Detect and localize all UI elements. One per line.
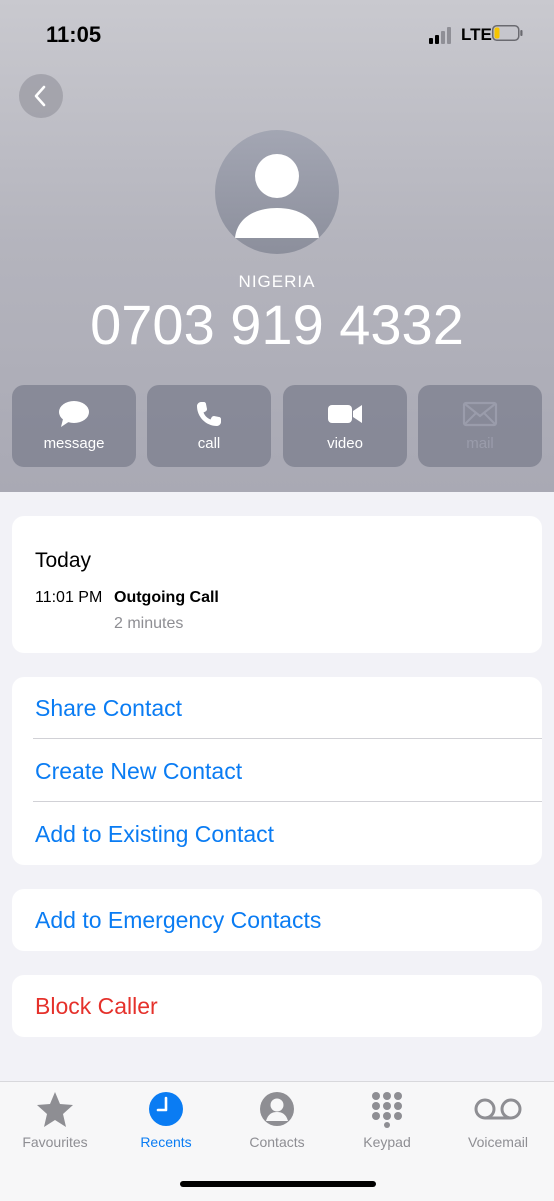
tab-favourites[interactable]: Favourites <box>0 1090 110 1160</box>
keypad-icon <box>332 1090 442 1130</box>
share-contact-label: Share Contact <box>35 695 183 721</box>
share-contact-button[interactable]: Share Contact <box>12 677 542 739</box>
contact-header: 11:05 LTE NIGERIA 0703 919 4332 message … <box>0 0 554 492</box>
block-caller-label: Block Caller <box>35 993 158 1019</box>
message-button[interactable]: message <box>12 385 136 467</box>
star-icon <box>0 1090 110 1130</box>
person-circle-icon <box>222 1090 332 1130</box>
battery-icon <box>492 25 523 41</box>
tab-contacts[interactable]: Contacts <box>222 1090 332 1160</box>
add-to-emergency-contacts-label: Add to Emergency Contacts <box>35 907 322 933</box>
tab-voicemail-label: Voicemail <box>468 1134 528 1150</box>
tab-recents[interactable]: Recents <box>111 1090 221 1160</box>
video-label: video <box>327 435 363 452</box>
mail-icon <box>418 399 542 429</box>
network-type: LTE <box>461 25 492 44</box>
signal-bar <box>447 27 451 44</box>
add-to-emergency-contacts-button[interactable]: Add to Emergency Contacts <box>12 889 542 951</box>
create-new-contact-label: Create New Contact <box>35 758 243 784</box>
tab-contacts-label: Contacts <box>249 1134 305 1150</box>
call-duration: 2 minutes <box>114 615 184 632</box>
signal-bar <box>429 38 433 44</box>
chevron-left-icon <box>34 85 46 107</box>
status-time: 11:05 <box>46 22 102 47</box>
divider <box>33 738 542 739</box>
call-button[interactable]: call <box>147 385 271 467</box>
add-to-existing-contact-label: Add to Existing Contact <box>35 821 275 847</box>
tab-voicemail[interactable]: Voicemail <box>443 1090 553 1160</box>
home-indicator <box>180 1181 376 1187</box>
call-type: Outgoing Call <box>114 589 219 606</box>
divider <box>33 801 542 802</box>
voicemail-icon <box>443 1090 553 1130</box>
add-to-existing-contact-button[interactable]: Add to Existing Contact <box>12 803 542 865</box>
person-silhouette-icon <box>235 154 319 238</box>
block-card: Block Caller <box>12 975 542 1037</box>
block-caller-button[interactable]: Block Caller <box>12 975 542 1037</box>
clock-icon <box>111 1090 221 1130</box>
mail-label: mail <box>466 435 494 452</box>
recent-calls-card: Today 11:01 PM Outgoing Call 2 minutes <box>12 516 542 653</box>
tab-keypad[interactable]: Keypad <box>332 1090 442 1160</box>
back-button[interactable] <box>19 74 63 118</box>
signal-bar <box>441 31 445 44</box>
tab-keypad-label: Keypad <box>363 1134 411 1150</box>
signal-bar <box>435 35 439 44</box>
caller-location-label: NIGERIA <box>238 272 316 291</box>
mail-button[interactable]: mail <box>418 385 542 467</box>
tab-favourites-label: Favourites <box>22 1134 88 1150</box>
contact-options-card: Share Contact Create New Contact Add to … <box>12 677 542 865</box>
recent-day-label: Today <box>35 549 92 572</box>
tab-recents-label: Recents <box>140 1134 192 1150</box>
video-button[interactable]: video <box>283 385 407 467</box>
signal-strength-icon <box>429 26 455 44</box>
call-label: call <box>197 435 221 452</box>
phone-icon <box>147 399 271 429</box>
call-time: 11:01 PM <box>35 589 103 606</box>
status-bar: 11:05 LTE <box>0 0 554 70</box>
contact-avatar <box>215 130 339 254</box>
create-new-contact-button[interactable]: Create New Contact <box>12 740 542 802</box>
phone-number: 0703 919 4332 <box>90 293 464 356</box>
message-icon <box>12 399 136 429</box>
video-camera-icon <box>283 399 407 429</box>
emergency-card: Add to Emergency Contacts <box>12 889 542 951</box>
message-label: message <box>43 435 105 452</box>
